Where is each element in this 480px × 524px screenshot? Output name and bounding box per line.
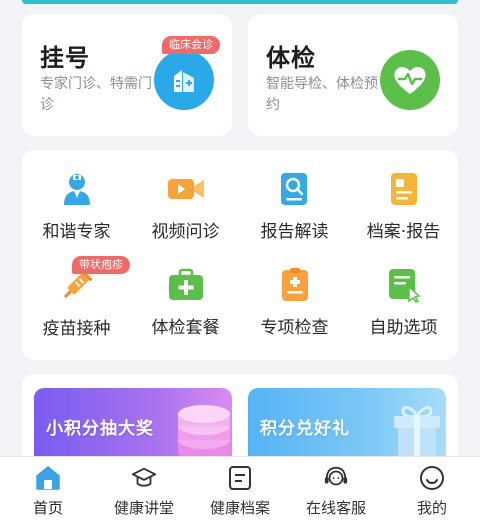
service-records-report[interactable]: 档案·报告 <box>349 150 458 242</box>
nav-label: 健康档案 <box>209 499 270 517</box>
service-label: 报告解读 <box>260 222 329 242</box>
nav-profile[interactable]: 我的 <box>384 457 480 524</box>
service-label: 和谐专家 <box>42 222 111 242</box>
lottery-banner-text: 小积分抽大奖 <box>46 419 154 439</box>
points-gift-banner[interactable]: 积分兑好礼 <box>248 388 446 466</box>
hospital-building-icon <box>154 50 214 110</box>
medical-kit-icon <box>166 266 206 303</box>
doctor-icon <box>57 170 97 207</box>
service-self-service[interactable]: 自助选项 <box>349 246 458 338</box>
coin-stack-icon <box>178 405 230 461</box>
consultation-tag: 临床会诊 <box>162 36 220 54</box>
self-service-icon <box>384 266 424 303</box>
nav-health-record[interactable]: 健康档案 <box>192 457 288 524</box>
service-label: 视频问诊 <box>151 222 220 242</box>
service-label: 体检套餐 <box>151 318 220 338</box>
nav-home[interactable]: 首页 <box>0 457 96 524</box>
report-search-icon <box>275 170 315 207</box>
nav-health-lecture[interactable]: 健康讲堂 <box>96 457 192 524</box>
points-gift-banner-text: 积分兑好礼 <box>260 419 350 439</box>
service-label: 专项检查 <box>260 318 329 338</box>
registration-desc: 专家门诊、特需门诊 <box>40 76 152 113</box>
service-video-consult[interactable]: 视频问诊 <box>131 150 240 242</box>
service-checkup-package[interactable]: 体检套餐 <box>131 246 240 338</box>
service-label: 自助选项 <box>369 318 438 338</box>
nav-label: 首页 <box>32 499 63 517</box>
service-report-interpretation[interactable]: 报告解读 <box>240 150 349 242</box>
home-icon <box>35 465 61 491</box>
promo-banner-card: 小积分抽大奖 积分兑好礼 <box>22 374 458 466</box>
shingles-tag: 带状疱疹 <box>72 256 130 274</box>
lottery-banner[interactable]: 小积分抽大奖 <box>34 388 232 466</box>
file-record-icon <box>384 170 424 207</box>
headset-icon <box>323 465 349 491</box>
checkup-title: 体检 <box>266 44 316 72</box>
registration-card[interactable]: 挂号 专家门诊、特需门诊 临床会诊 <box>22 14 232 136</box>
video-camera-icon <box>166 170 206 207</box>
nav-online-service[interactable]: 在线客服 <box>288 457 384 524</box>
registration-title: 挂号 <box>40 44 90 72</box>
service-special-exam[interactable]: 专项检查 <box>240 246 349 338</box>
graduation-cap-icon <box>131 465 157 491</box>
service-vaccination[interactable]: 疫苗接种 带状疱疹 <box>22 246 131 339</box>
service-grid: 和谐专家 视频问诊 报告解读 档案·报告 疫苗接种 带状疱疹 体检套餐 专项检查… <box>22 150 458 360</box>
smiley-profile-icon <box>419 465 445 491</box>
nav-label: 在线客服 <box>305 499 366 517</box>
top-accent-strip <box>22 0 458 4</box>
service-label: 档案·报告 <box>366 222 441 242</box>
service-label: 疫苗接种 <box>42 319 111 339</box>
checkup-desc: 智能导检、体检预约 <box>266 76 378 113</box>
health-record-icon <box>227 465 253 491</box>
clipboard-plus-icon <box>275 266 315 303</box>
heart-pulse-icon <box>380 50 440 110</box>
nav-label: 我的 <box>416 499 447 517</box>
bottom-navigation: 首页 健康讲堂 健康档案 在线客服 我的 <box>0 456 480 524</box>
nav-label: 健康讲堂 <box>113 499 174 517</box>
checkup-card[interactable]: 体检 智能导检、体检预约 <box>248 14 458 136</box>
service-harmony-expert[interactable]: 和谐专家 <box>22 150 131 242</box>
